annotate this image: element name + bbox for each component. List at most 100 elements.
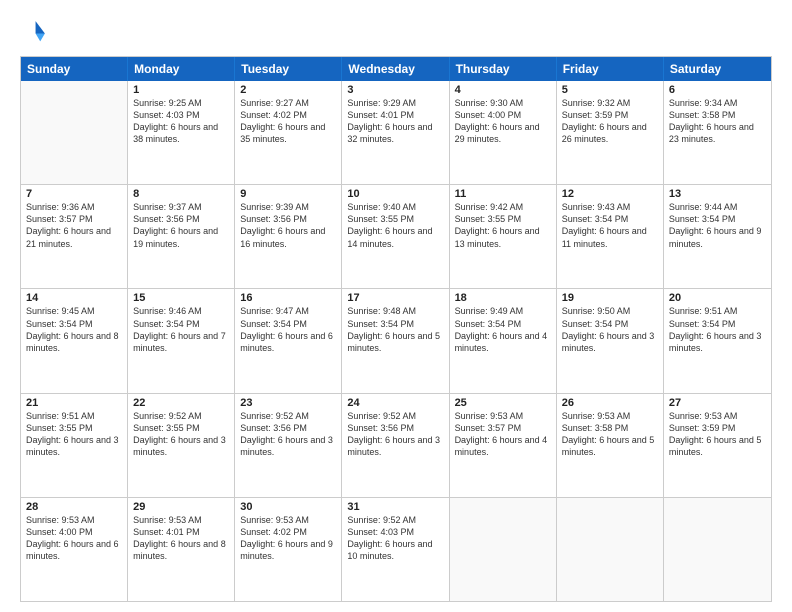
cell-info: Sunrise: 9:53 AM Sunset: 3:57 PM Dayligh… — [455, 410, 551, 459]
day-number: 27 — [669, 397, 766, 409]
day-number: 2 — [240, 84, 336, 96]
cal-cell: 15Sunrise: 9:46 AM Sunset: 3:54 PM Dayli… — [128, 289, 235, 392]
cal-cell: 28Sunrise: 9:53 AM Sunset: 4:00 PM Dayli… — [21, 498, 128, 601]
day-number: 29 — [133, 501, 229, 513]
day-number: 1 — [133, 84, 229, 96]
cal-cell: 23Sunrise: 9:52 AM Sunset: 3:56 PM Dayli… — [235, 394, 342, 497]
day-number: 18 — [455, 292, 551, 304]
cell-info: Sunrise: 9:52 AM Sunset: 4:03 PM Dayligh… — [347, 514, 443, 563]
cell-info: Sunrise: 9:46 AM Sunset: 3:54 PM Dayligh… — [133, 305, 229, 354]
cal-cell: 26Sunrise: 9:53 AM Sunset: 3:58 PM Dayli… — [557, 394, 664, 497]
day-number: 19 — [562, 292, 658, 304]
day-number: 12 — [562, 188, 658, 200]
day-number: 15 — [133, 292, 229, 304]
header-day-friday: Friday — [557, 57, 664, 81]
header-day-saturday: Saturday — [664, 57, 771, 81]
cal-cell: 21Sunrise: 9:51 AM Sunset: 3:55 PM Dayli… — [21, 394, 128, 497]
cell-info: Sunrise: 9:30 AM Sunset: 4:00 PM Dayligh… — [455, 97, 551, 146]
cal-cell: 20Sunrise: 9:51 AM Sunset: 3:54 PM Dayli… — [664, 289, 771, 392]
cal-cell: 16Sunrise: 9:47 AM Sunset: 3:54 PM Dayli… — [235, 289, 342, 392]
logo — [20, 18, 52, 46]
header-day-thursday: Thursday — [450, 57, 557, 81]
calendar-header: SundayMondayTuesdayWednesdayThursdayFrid… — [21, 57, 771, 81]
cell-info: Sunrise: 9:29 AM Sunset: 4:01 PM Dayligh… — [347, 97, 443, 146]
day-number: 31 — [347, 501, 443, 513]
cell-info: Sunrise: 9:27 AM Sunset: 4:02 PM Dayligh… — [240, 97, 336, 146]
cal-row-3: 21Sunrise: 9:51 AM Sunset: 3:55 PM Dayli… — [21, 394, 771, 498]
day-number: 13 — [669, 188, 766, 200]
cal-row-2: 14Sunrise: 9:45 AM Sunset: 3:54 PM Dayli… — [21, 289, 771, 393]
cal-cell — [450, 498, 557, 601]
calendar-body: 1Sunrise: 9:25 AM Sunset: 4:03 PM Daylig… — [21, 81, 771, 601]
day-number: 4 — [455, 84, 551, 96]
cal-cell: 6Sunrise: 9:34 AM Sunset: 3:58 PM Daylig… — [664, 81, 771, 184]
cell-info: Sunrise: 9:49 AM Sunset: 3:54 PM Dayligh… — [455, 305, 551, 354]
cal-cell: 27Sunrise: 9:53 AM Sunset: 3:59 PM Dayli… — [664, 394, 771, 497]
cal-cell: 24Sunrise: 9:52 AM Sunset: 3:56 PM Dayli… — [342, 394, 449, 497]
cell-info: Sunrise: 9:39 AM Sunset: 3:56 PM Dayligh… — [240, 201, 336, 250]
cell-info: Sunrise: 9:34 AM Sunset: 3:58 PM Dayligh… — [669, 97, 766, 146]
calendar: SundayMondayTuesdayWednesdayThursdayFrid… — [20, 56, 772, 602]
header-day-wednesday: Wednesday — [342, 57, 449, 81]
cell-info: Sunrise: 9:53 AM Sunset: 3:59 PM Dayligh… — [669, 410, 766, 459]
cell-info: Sunrise: 9:43 AM Sunset: 3:54 PM Dayligh… — [562, 201, 658, 250]
page: SundayMondayTuesdayWednesdayThursdayFrid… — [0, 0, 792, 612]
cal-cell: 5Sunrise: 9:32 AM Sunset: 3:59 PM Daylig… — [557, 81, 664, 184]
day-number: 28 — [26, 501, 122, 513]
day-number: 9 — [240, 188, 336, 200]
day-number: 23 — [240, 397, 336, 409]
day-number: 20 — [669, 292, 766, 304]
cal-cell: 9Sunrise: 9:39 AM Sunset: 3:56 PM Daylig… — [235, 185, 342, 288]
cell-info: Sunrise: 9:45 AM Sunset: 3:54 PM Dayligh… — [26, 305, 122, 354]
header-day-sunday: Sunday — [21, 57, 128, 81]
header-day-tuesday: Tuesday — [235, 57, 342, 81]
logo-icon — [20, 18, 48, 46]
cal-cell — [557, 498, 664, 601]
cell-info: Sunrise: 9:40 AM Sunset: 3:55 PM Dayligh… — [347, 201, 443, 250]
cal-cell: 13Sunrise: 9:44 AM Sunset: 3:54 PM Dayli… — [664, 185, 771, 288]
cal-cell: 30Sunrise: 9:53 AM Sunset: 4:02 PM Dayli… — [235, 498, 342, 601]
day-number: 22 — [133, 397, 229, 409]
day-number: 11 — [455, 188, 551, 200]
day-number: 25 — [455, 397, 551, 409]
cell-info: Sunrise: 9:37 AM Sunset: 3:56 PM Dayligh… — [133, 201, 229, 250]
cell-info: Sunrise: 9:53 AM Sunset: 4:02 PM Dayligh… — [240, 514, 336, 563]
day-number: 3 — [347, 84, 443, 96]
cal-cell: 11Sunrise: 9:42 AM Sunset: 3:55 PM Dayli… — [450, 185, 557, 288]
cal-cell: 18Sunrise: 9:49 AM Sunset: 3:54 PM Dayli… — [450, 289, 557, 392]
cal-cell — [664, 498, 771, 601]
cal-cell: 10Sunrise: 9:40 AM Sunset: 3:55 PM Dayli… — [342, 185, 449, 288]
cal-cell: 4Sunrise: 9:30 AM Sunset: 4:00 PM Daylig… — [450, 81, 557, 184]
header-day-monday: Monday — [128, 57, 235, 81]
cal-cell: 2Sunrise: 9:27 AM Sunset: 4:02 PM Daylig… — [235, 81, 342, 184]
cell-info: Sunrise: 9:53 AM Sunset: 4:00 PM Dayligh… — [26, 514, 122, 563]
day-number: 5 — [562, 84, 658, 96]
cal-cell: 19Sunrise: 9:50 AM Sunset: 3:54 PM Dayli… — [557, 289, 664, 392]
day-number: 6 — [669, 84, 766, 96]
cell-info: Sunrise: 9:48 AM Sunset: 3:54 PM Dayligh… — [347, 305, 443, 354]
cal-cell — [21, 81, 128, 184]
day-number: 14 — [26, 292, 122, 304]
cal-cell: 8Sunrise: 9:37 AM Sunset: 3:56 PM Daylig… — [128, 185, 235, 288]
cal-cell: 29Sunrise: 9:53 AM Sunset: 4:01 PM Dayli… — [128, 498, 235, 601]
day-number: 21 — [26, 397, 122, 409]
day-number: 26 — [562, 397, 658, 409]
cal-cell: 22Sunrise: 9:52 AM Sunset: 3:55 PM Dayli… — [128, 394, 235, 497]
cell-info: Sunrise: 9:52 AM Sunset: 3:56 PM Dayligh… — [240, 410, 336, 459]
cell-info: Sunrise: 9:51 AM Sunset: 3:54 PM Dayligh… — [669, 305, 766, 354]
cal-row-1: 7Sunrise: 9:36 AM Sunset: 3:57 PM Daylig… — [21, 185, 771, 289]
cell-info: Sunrise: 9:32 AM Sunset: 3:59 PM Dayligh… — [562, 97, 658, 146]
cell-info: Sunrise: 9:52 AM Sunset: 3:56 PM Dayligh… — [347, 410, 443, 459]
cell-info: Sunrise: 9:44 AM Sunset: 3:54 PM Dayligh… — [669, 201, 766, 250]
cal-cell: 7Sunrise: 9:36 AM Sunset: 3:57 PM Daylig… — [21, 185, 128, 288]
cal-cell: 17Sunrise: 9:48 AM Sunset: 3:54 PM Dayli… — [342, 289, 449, 392]
day-number: 24 — [347, 397, 443, 409]
cal-cell: 12Sunrise: 9:43 AM Sunset: 3:54 PM Dayli… — [557, 185, 664, 288]
day-number: 7 — [26, 188, 122, 200]
day-number: 10 — [347, 188, 443, 200]
cal-cell: 25Sunrise: 9:53 AM Sunset: 3:57 PM Dayli… — [450, 394, 557, 497]
cell-info: Sunrise: 9:36 AM Sunset: 3:57 PM Dayligh… — [26, 201, 122, 250]
cal-row-0: 1Sunrise: 9:25 AM Sunset: 4:03 PM Daylig… — [21, 81, 771, 185]
day-number: 8 — [133, 188, 229, 200]
cell-info: Sunrise: 9:51 AM Sunset: 3:55 PM Dayligh… — [26, 410, 122, 459]
